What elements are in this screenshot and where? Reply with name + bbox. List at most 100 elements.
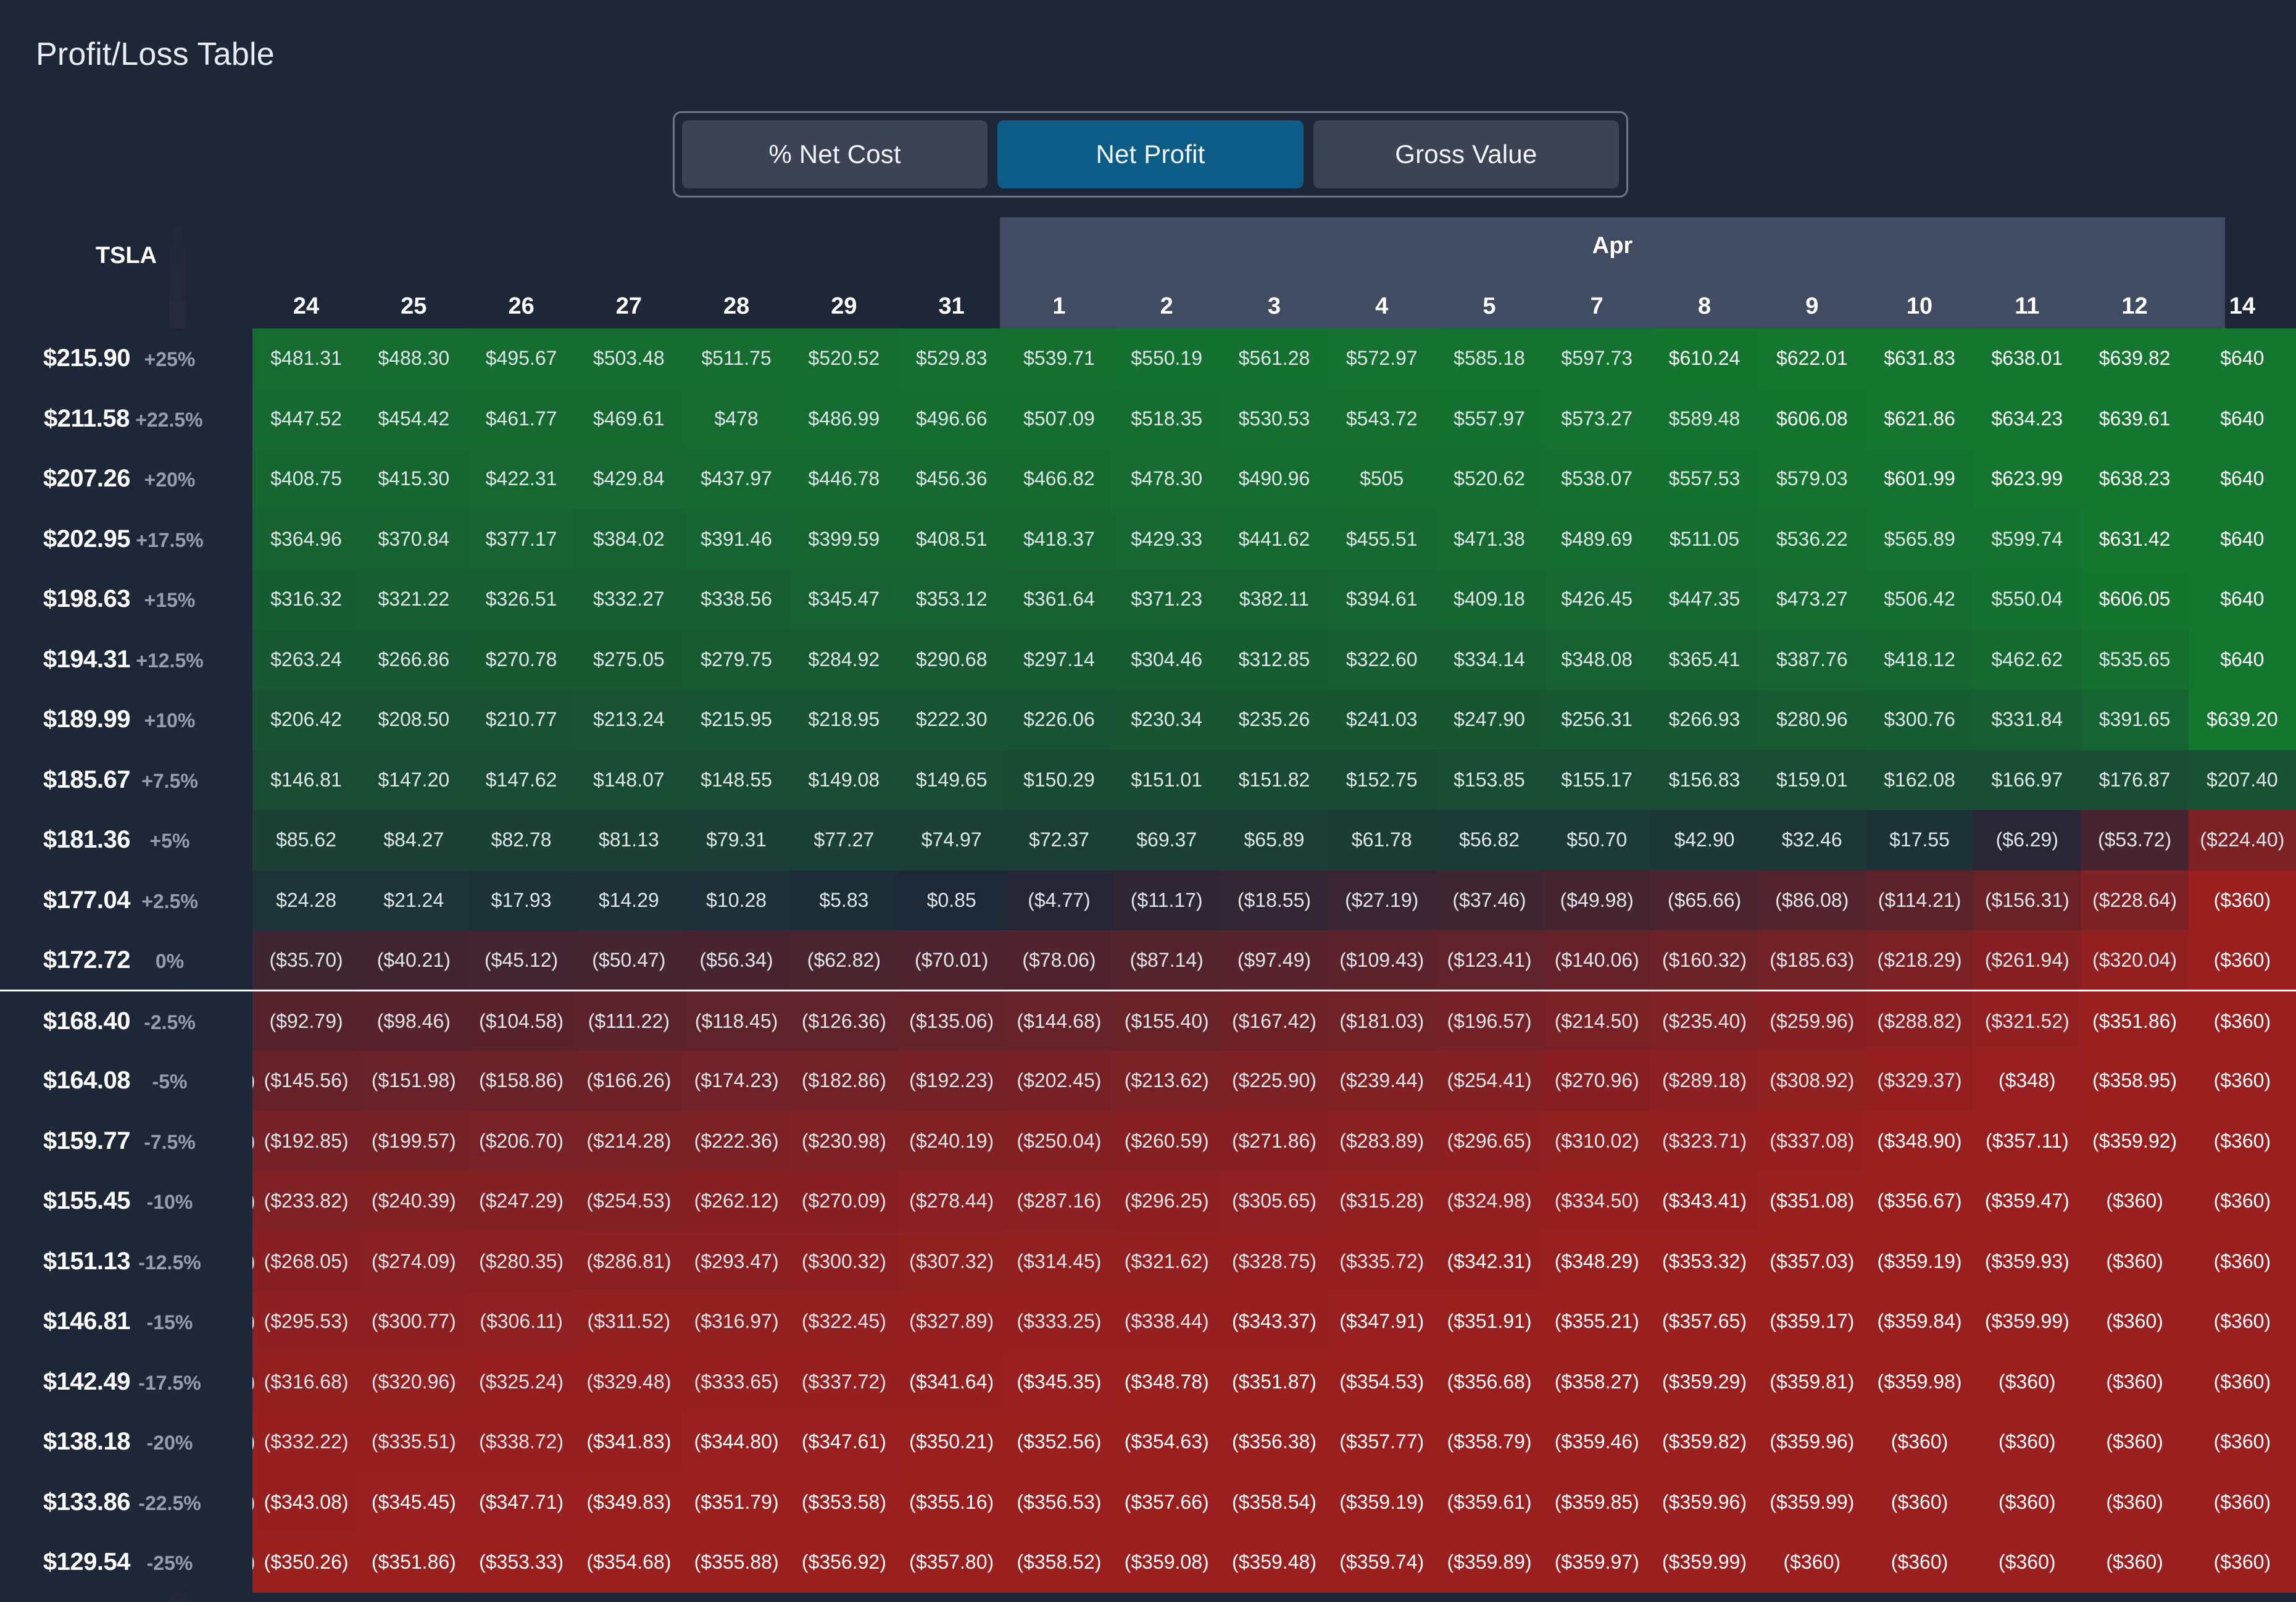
table-cell[interactable]: $159.01 [1758, 749, 1866, 810]
table-cell[interactable]: ($360) [1973, 1532, 2081, 1593]
table-cell[interactable]: $222.30 [897, 690, 1005, 750]
table-cell[interactable]: ($359.92) [2081, 1111, 2189, 1171]
table-cell[interactable]: $56.82 [1435, 810, 1544, 870]
table-cell[interactable]: ($310.02) [1543, 1111, 1651, 1171]
table-cell[interactable]: ($357.11) [1973, 1111, 2081, 1171]
table-cell[interactable]: ($329.37) [1865, 1051, 1974, 1111]
table-cell[interactable]: ($360) [2188, 1171, 2296, 1232]
table-row[interactable]: $194.31 +12.5% $263.24 $266.86 $270.78 $275.0… [0, 629, 2296, 690]
table-cell[interactable]: $32.46 [1758, 810, 1866, 870]
table-cell[interactable]: ($87.14) [1113, 930, 1221, 991]
table-cell[interactable]: ($337.08) [1758, 1111, 1866, 1171]
table-cell[interactable]: $226.06 [1005, 690, 1113, 750]
table-cell[interactable]: ($160.32) [1650, 930, 1758, 991]
table-cell[interactable]: ($334.50) [1543, 1171, 1651, 1232]
table-cell[interactable]: $536.22 [1758, 509, 1866, 569]
table-cell[interactable]: $326.51 [467, 569, 575, 630]
table-cell[interactable]: $17.93 [467, 870, 575, 930]
table-cell[interactable]: $631.42 [2081, 509, 2189, 569]
table-cell[interactable]: $462.62 [1973, 629, 2081, 690]
table-cell[interactable]: ($353.32) [1650, 1231, 1758, 1291]
table-cell[interactable]: $218.95 [790, 690, 898, 750]
table-cell[interactable]: ($228.64) [2081, 870, 2189, 930]
table-cell[interactable]: $266.86 [360, 629, 468, 690]
table-cell[interactable]: $353.12 [897, 569, 1005, 630]
table-cell[interactable]: $601.99 [1865, 449, 1974, 509]
table-cell[interactable]: ($50.47) [575, 930, 683, 991]
table-cell[interactable]: $312.85 [1220, 629, 1328, 690]
table-row[interactable]: $177.04 +2.5% $24.28 $21.24 $17.93 $14.29 $10.… [0, 870, 2296, 930]
table-cell[interactable]: $391.46 [682, 509, 791, 569]
table-cell[interactable]: ($192.85)) [252, 1111, 360, 1171]
table-row[interactable]: $133.86 -22.5% ($343.08))($345.45)($347.71… [0, 1472, 2296, 1532]
table-cell[interactable]: ($240.39) [360, 1171, 468, 1232]
table-cell[interactable]: ($353.33) [467, 1532, 575, 1593]
table-cell[interactable]: ($359.46) [1543, 1412, 1651, 1472]
table-cell[interactable]: $446.78 [790, 449, 898, 509]
table-cell[interactable]: ($358.27) [1543, 1351, 1651, 1412]
table-cell[interactable]: ($359.74) [1328, 1532, 1436, 1593]
table-cell[interactable]: ($271.86) [1220, 1111, 1328, 1171]
table-cell[interactable]: $210.77 [467, 690, 575, 750]
table-cell[interactable]: $85.62 [252, 810, 360, 870]
table-cell[interactable]: ($155.40) [1113, 990, 1221, 1051]
table-cell[interactable]: ($356.38) [1220, 1412, 1328, 1472]
table-cell[interactable]: $506.42 [1865, 569, 1974, 630]
table-row[interactable]: $129.54-25%($350.26))($351.86)($353.33)(… [0, 1532, 2296, 1593]
table-cell[interactable]: ($322.45) [790, 1291, 898, 1352]
table-cell[interactable]: ($357.65) [1650, 1291, 1758, 1352]
table-cell[interactable]: $639.61 [2081, 388, 2189, 449]
table-cell[interactable]: $507.09 [1005, 388, 1113, 449]
table-cell[interactable]: ($56.34) [682, 930, 791, 991]
column-header-day-5[interactable]: 5 [1436, 217, 1543, 328]
table-row[interactable]: $181.36 +5% $85.62 $84.27 $82.78 $81.13 $79.31… [0, 810, 2296, 870]
table-cell[interactable]: $77.27 [790, 810, 898, 870]
table-cell[interactable]: ($360) [2188, 930, 2296, 991]
table-cell[interactable]: ($351.91) [1435, 1291, 1544, 1352]
table-cell[interactable]: $535.65 [2081, 629, 2189, 690]
table-cell[interactable]: ($360) [1865, 1412, 1974, 1472]
table-cell[interactable]: ($49.98) [1543, 870, 1651, 930]
table-cell[interactable]: ($11.17) [1113, 870, 1221, 930]
table-cell[interactable]: ($338.44) [1113, 1291, 1221, 1352]
column-header-day-27[interactable]: 27 [575, 217, 683, 328]
table-cell[interactable]: ($333.65) [682, 1351, 791, 1412]
table-cell[interactable]: ($353.58) [790, 1472, 898, 1532]
table-cell[interactable]: $300.76 [1865, 690, 1974, 750]
table-cell[interactable]: $454.42 [360, 388, 468, 449]
table-cell[interactable]: ($357.77) [1328, 1412, 1436, 1472]
table-cell[interactable]: $426.45 [1543, 569, 1651, 630]
table-cell[interactable]: ($196.57) [1435, 990, 1544, 1051]
table-cell[interactable]: ($320.04) [2081, 930, 2189, 991]
table-cell[interactable]: ($360) [2081, 1351, 2189, 1412]
table-row[interactable]: $211.58 +22.5% $447.52 $454.42 $461.77 $469.6… [0, 388, 2296, 449]
table-cell[interactable]: ($343.08)) [252, 1472, 360, 1532]
table-cell[interactable]: ($356.68) [1435, 1351, 1544, 1412]
table-cell[interactable]: $640 [2188, 328, 2296, 389]
table-cell[interactable]: ($360) [2188, 1532, 2296, 1593]
table-cell[interactable]: ($268.05)) [252, 1231, 360, 1291]
table-row[interactable]: $172.72 0% ($35.70) ($40.21) ($45.12) ($50.47… [0, 930, 2296, 991]
table-cell[interactable]: ($300.77) [360, 1291, 468, 1352]
table-cell[interactable]: ($341.64) [897, 1351, 1005, 1412]
table-cell[interactable]: ($182.86) [790, 1051, 898, 1111]
table-cell[interactable]: $72.37 [1005, 810, 1113, 870]
toggle-gross-value[interactable]: Gross Value [1313, 120, 1619, 188]
table-cell[interactable]: ($345.45) [360, 1472, 468, 1532]
table-cell[interactable]: ($325.24) [467, 1351, 575, 1412]
table-cell[interactable]: $280.96 [1758, 690, 1866, 750]
table-cell[interactable]: $456.36 [897, 449, 1005, 509]
table-cell[interactable]: ($270.09) [790, 1171, 898, 1232]
table-cell[interactable]: $505 [1328, 449, 1436, 509]
table-cell[interactable]: $486.99 [790, 388, 898, 449]
table-cell[interactable]: $155.17 [1543, 749, 1651, 810]
table-cell[interactable]: ($355.16) [897, 1472, 1005, 1532]
table-cell[interactable]: ($145.56)) [252, 1051, 360, 1111]
table-cell[interactable]: ($359.96) [1758, 1412, 1866, 1472]
table-cell[interactable]: $539.71 [1005, 328, 1113, 389]
table-cell[interactable]: $399.59 [790, 509, 898, 569]
table-cell[interactable]: $640 [2188, 629, 2296, 690]
table-cell[interactable]: ($360) [1973, 1351, 2081, 1412]
table-cell[interactable]: ($360) [2081, 1472, 2189, 1532]
table-cell[interactable]: ($287.16) [1005, 1171, 1113, 1232]
